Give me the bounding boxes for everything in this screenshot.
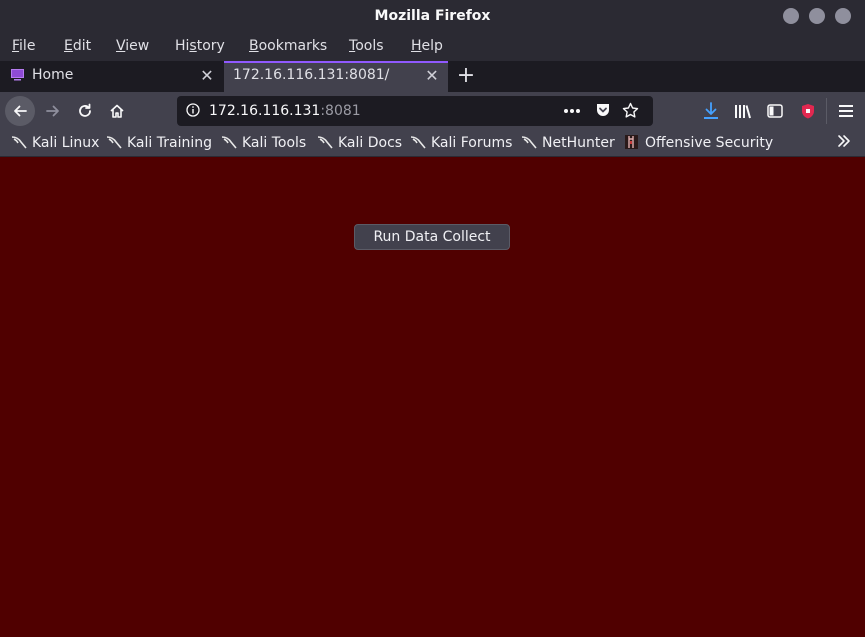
kali-dragon-icon (317, 136, 333, 149)
close-window-button[interactable] (835, 8, 851, 24)
reload-button[interactable] (71, 97, 99, 125)
window-title: Mozilla Firefox (374, 8, 491, 24)
shield-icon (802, 104, 814, 119)
star-icon[interactable] (622, 102, 639, 119)
tab-active[interactable]: 172.16.116.131:8081/ ✕ (224, 61, 448, 92)
bookmark-offensive-security[interactable]: Offensive Security (624, 135, 773, 151)
home-button[interactable] (103, 97, 131, 125)
sidebar-button[interactable] (761, 97, 789, 125)
url-input[interactable]: 172.16.116.131:8081 (209, 103, 361, 119)
reload-icon (79, 103, 91, 117)
more-actions-icon[interactable] (563, 108, 581, 114)
menu-view[interactable]: View (116, 38, 149, 54)
sidebar-icon (767, 104, 783, 118)
page-content: Run Data Collect (0, 157, 865, 637)
pocket-icon[interactable] (595, 102, 611, 118)
arrow-left-icon (14, 105, 27, 117)
tab-home[interactable]: Home ✕ (0, 61, 224, 92)
menu-edit[interactable]: Edit (64, 38, 91, 54)
menu-bookmarks[interactable]: Bookmarks (249, 38, 327, 54)
bookmark-kali-docs[interactable]: Kali Docs (317, 135, 402, 151)
bookmarks-overflow-button[interactable] (836, 133, 852, 153)
bookmark-kali-tools[interactable]: Kali Tools (221, 135, 306, 151)
close-tab-icon[interactable]: ✕ (199, 66, 215, 85)
arrow-right-icon (46, 105, 59, 117)
kali-dragon-icon (410, 136, 426, 149)
toolbar-separator (826, 98, 827, 124)
url-bar[interactable]: 172.16.116.131:8081 (177, 96, 653, 126)
downloads-button[interactable] (697, 97, 725, 125)
kali-dragon-icon (106, 136, 122, 149)
menu-file[interactable]: File (12, 38, 35, 54)
menu-bar: File Edit View History Bookmarks Tools H… (0, 33, 865, 61)
tab-home-label: Home (32, 67, 74, 83)
bookmarks-toolbar: Kali Linux Kali Training Kali Tools Kali… (0, 130, 865, 157)
info-icon[interactable] (186, 103, 200, 117)
chevron-double-right-icon (838, 135, 850, 147)
menu-button[interactable] (832, 97, 860, 125)
kali-dragon-icon (11, 136, 27, 149)
home-icon (110, 104, 124, 118)
kali-dragon-icon (521, 136, 537, 149)
close-tab-icon[interactable]: ✕ (424, 66, 440, 85)
back-button[interactable] (5, 96, 35, 126)
minimize-button[interactable] (783, 8, 799, 24)
bookmark-nethunter[interactable]: NetHunter (521, 135, 615, 151)
tab-bar: Home ✕ 172.16.116.131:8081/ ✕ + (0, 61, 865, 92)
extension-button[interactable] (794, 97, 822, 125)
maximize-button[interactable] (809, 8, 825, 24)
monitor-icon (11, 69, 24, 81)
offsec-icon (625, 135, 638, 149)
title-bar: Mozilla Firefox (0, 0, 865, 33)
menu-history[interactable]: History (175, 38, 225, 54)
tab-active-label: 172.16.116.131:8081/ (233, 67, 390, 83)
bookmark-kali-linux[interactable]: Kali Linux (11, 135, 99, 151)
hamburger-icon (839, 105, 853, 117)
library-icon (735, 105, 751, 119)
menu-help[interactable]: Help (411, 38, 443, 54)
nav-bar: 172.16.116.131:8081 (0, 92, 865, 130)
bookmark-kali-training[interactable]: Kali Training (106, 135, 212, 151)
run-data-collect-button[interactable]: Run Data Collect (354, 224, 510, 250)
new-tab-button[interactable]: + (455, 63, 477, 88)
library-button[interactable] (729, 97, 757, 125)
download-icon (704, 102, 718, 119)
kali-dragon-icon (221, 136, 237, 149)
forward-button[interactable] (39, 97, 67, 125)
bookmark-kali-forums[interactable]: Kali Forums (410, 135, 512, 151)
menu-tools[interactable]: Tools (349, 38, 384, 54)
